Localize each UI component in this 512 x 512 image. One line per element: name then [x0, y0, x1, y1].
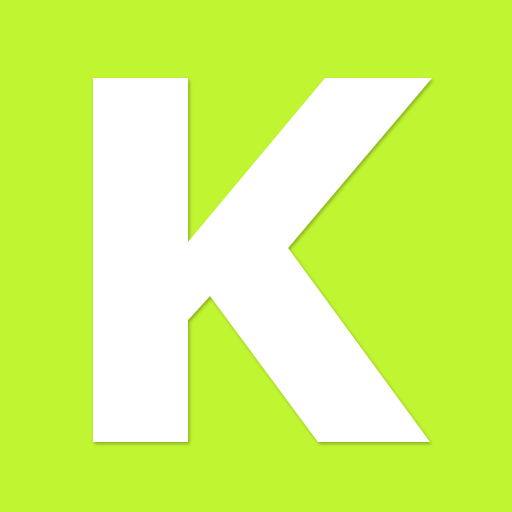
- app-icon: [0, 0, 512, 512]
- letter-k-icon: [0, 0, 512, 512]
